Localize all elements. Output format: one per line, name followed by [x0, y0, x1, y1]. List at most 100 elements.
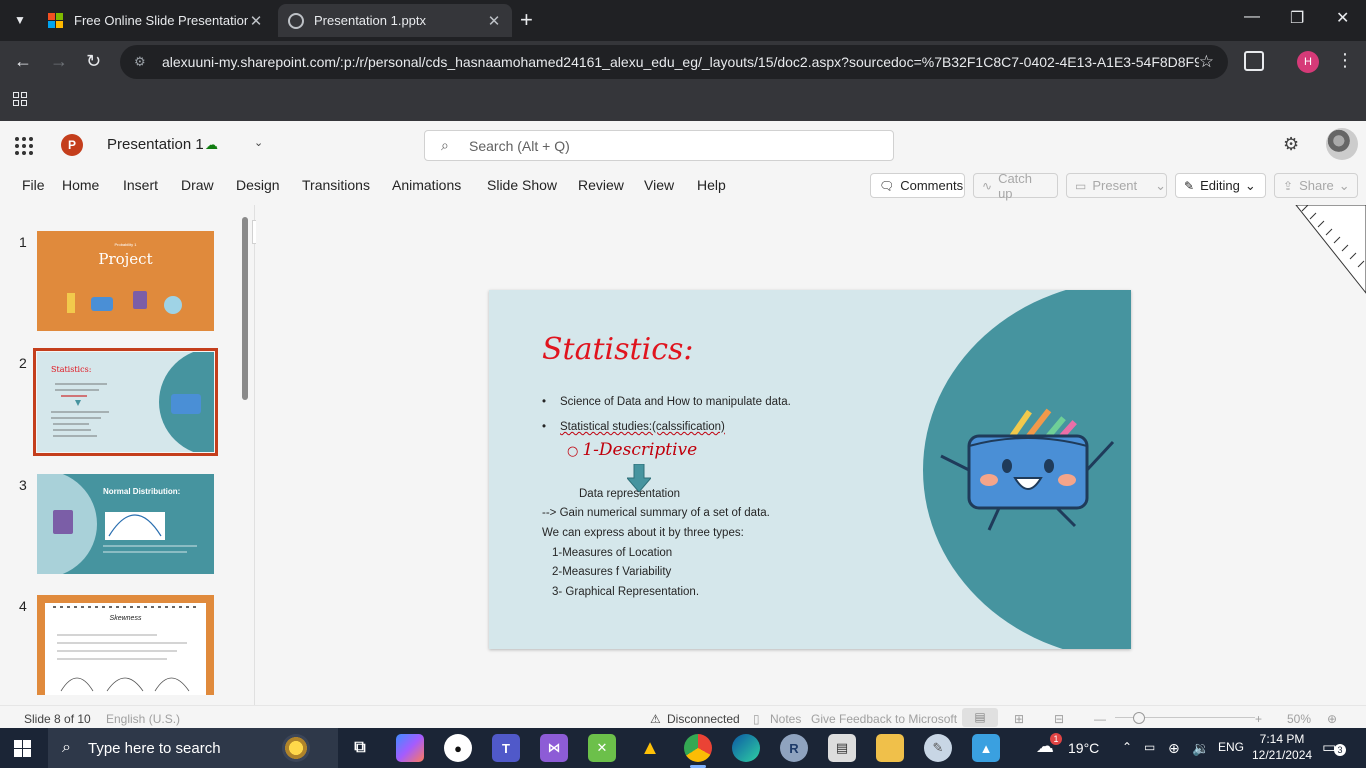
- photos-icon[interactable]: ▲: [972, 734, 1000, 762]
- slide-thumbnail-3[interactable]: Normal Distribution:: [37, 474, 214, 574]
- menu-help[interactable]: Help: [697, 177, 726, 193]
- menu-file[interactable]: File: [22, 177, 45, 193]
- slide-bullet[interactable]: Science of Data and How to manipulate da…: [542, 396, 791, 408]
- edge-icon[interactable]: [732, 734, 760, 762]
- current-slide[interactable]: Statistics: Science of Data and How to m…: [489, 290, 1131, 649]
- extensions-icon[interactable]: [1244, 51, 1264, 71]
- slide-text[interactable]: We can express about it by three types:: [542, 527, 744, 539]
- zoom-slider-thumb[interactable]: [1133, 712, 1145, 724]
- taskbar-search-input[interactable]: [88, 739, 288, 757]
- weather-temperature[interactable]: 19°C: [1068, 740, 1099, 756]
- input-language[interactable]: ENG: [1218, 740, 1244, 754]
- battery-icon[interactable]: ▭: [1144, 740, 1155, 754]
- close-tab-icon[interactable]: ✕: [248, 12, 264, 30]
- browser-toolbar: ← → ↻ ⚙ alexuuni-my.sharepoint.com/:p:/r…: [0, 41, 1366, 84]
- menu-review[interactable]: Review: [578, 177, 624, 193]
- chevron-down-icon[interactable]: ⌄: [1155, 178, 1166, 194]
- new-tab-button[interactable]: +: [520, 8, 533, 32]
- chevron-up-icon[interactable]: ⌃: [1122, 740, 1132, 754]
- present-button[interactable]: ▭ Present ⌄: [1066, 173, 1167, 198]
- notification-center-icon[interactable]: ▭ 3: [1322, 738, 1346, 758]
- feedback-link[interactable]: Give Feedback to Microsoft: [811, 712, 957, 726]
- slide-thumbnail-1[interactable]: Probability 1 Project: [37, 231, 214, 331]
- chrome-icon[interactable]: [684, 734, 712, 762]
- apps-grid-icon[interactable]: [13, 92, 27, 106]
- slide-text[interactable]: --> Gain numerical summary of a set of d…: [542, 507, 770, 519]
- thumbnail-scrollbar[interactable]: [242, 217, 248, 400]
- menu-view[interactable]: View: [644, 177, 674, 193]
- menu-transitions[interactable]: Transitions: [302, 177, 370, 193]
- address-bar[interactable]: ⚙ alexuuni-my.sharepoint.com/:p:/r/perso…: [120, 45, 1228, 79]
- microsoft-logo-icon: [48, 12, 64, 29]
- teams-icon[interactable]: T: [492, 734, 520, 762]
- menu-slide-show[interactable]: Slide Show: [487, 177, 557, 193]
- normal-view-icon[interactable]: ▤: [962, 708, 998, 727]
- profile-avatar[interactable]: H: [1297, 51, 1319, 73]
- zoom-level[interactable]: 50%: [1287, 712, 1311, 726]
- close-window-icon[interactable]: ✕: [1336, 8, 1349, 28]
- tab-presentation[interactable]: Presentation 1.pptx ✕: [278, 4, 512, 37]
- slide-text[interactable]: Data representation: [579, 488, 680, 500]
- slide-bullet[interactable]: Statistical studies:(calssification): [542, 421, 725, 433]
- search-box[interactable]: ⌕: [424, 130, 894, 161]
- zoom-in-icon[interactable]: +: [1255, 712, 1262, 726]
- app-tool-icon[interactable]: ✕: [588, 734, 616, 762]
- editing-mode-button[interactable]: ✎ Editing ⌄: [1175, 173, 1266, 198]
- notes-button[interactable]: Notes: [770, 712, 801, 726]
- language-indicator[interactable]: English (U.S.): [106, 712, 180, 726]
- zoom-out-icon[interactable]: —: [1094, 712, 1106, 726]
- menu-home[interactable]: Home: [62, 177, 99, 193]
- share-button[interactable]: ⇪ Share ⌄: [1274, 173, 1358, 198]
- forward-icon[interactable]: →: [50, 51, 68, 72]
- ribbon-menu: File Home Insert Draw Design Transitions…: [0, 169, 1366, 203]
- slide-thumbnail-4[interactable]: Skewness: [37, 595, 214, 695]
- paint-icon[interactable]: ✎: [924, 734, 952, 762]
- menu-insert[interactable]: Insert: [123, 177, 158, 193]
- search-input[interactable]: [469, 137, 869, 154]
- pencil-case-illustration[interactable]: [929, 400, 1129, 540]
- fit-to-window-icon[interactable]: ⊕: [1327, 712, 1337, 726]
- slide-thumbnail-2[interactable]: Statistics:: [33, 348, 218, 456]
- comments-button[interactable]: 🗨 Comments: [870, 173, 965, 198]
- document-title[interactable]: Presentation 1: [107, 136, 204, 153]
- file-explorer-icon[interactable]: [876, 734, 904, 762]
- slide-text[interactable]: 2-Measures f Variability: [552, 566, 671, 578]
- minimize-icon[interactable]: —: [1244, 8, 1260, 26]
- task-view-icon[interactable]: ⧉: [346, 734, 374, 762]
- tab-microsoft-365[interactable]: Free Online Slide Presentation: PowerPoi…: [38, 4, 274, 37]
- browser-menu-icon[interactable]: ⋮: [1336, 50, 1354, 71]
- bookmark-star-icon[interactable]: ☆: [1199, 52, 1214, 72]
- github-icon[interactable]: ●: [444, 734, 472, 762]
- visual-studio-icon[interactable]: ⋈: [540, 734, 568, 762]
- volume-icon[interactable]: 🔉: [1192, 740, 1209, 757]
- site-info-icon[interactable]: ⚙: [134, 54, 152, 70]
- menu-design[interactable]: Design: [236, 177, 280, 193]
- r-language-icon[interactable]: R: [780, 734, 808, 762]
- windows-start-icon[interactable]: [14, 740, 31, 757]
- catch-up-button[interactable]: ∿ Catch up: [973, 171, 1058, 201]
- copilot-icon[interactable]: [396, 734, 424, 762]
- slide-title[interactable]: Statistics:: [542, 332, 694, 367]
- google-drive-icon[interactable]: ▲: [636, 734, 664, 762]
- system-clock[interactable]: 7:14 PM 12/21/2024: [1252, 731, 1312, 763]
- connection-status[interactable]: Disconnected: [667, 712, 740, 726]
- reload-icon[interactable]: ↻: [86, 51, 101, 72]
- chevron-down-icon[interactable]: ⌄: [254, 136, 263, 149]
- weather-sun-icon[interactable]: [282, 734, 310, 762]
- menu-animations[interactable]: Animations: [392, 177, 461, 193]
- restore-icon[interactable]: ❐: [1290, 8, 1304, 28]
- menu-draw[interactable]: Draw: [181, 177, 214, 193]
- tab-search-chevron-icon[interactable]: ▼: [8, 8, 32, 32]
- slide-text[interactable]: 1-Measures of Location: [552, 547, 672, 559]
- settings-gear-icon[interactable]: ⚙: [1283, 134, 1299, 155]
- network-icon[interactable]: ⊕: [1168, 740, 1180, 757]
- document-viewer-icon[interactable]: ▤: [828, 734, 856, 762]
- slide-sorter-icon[interactable]: ⊞: [1014, 712, 1024, 726]
- close-tab-icon[interactable]: ✕: [486, 12, 502, 30]
- reading-view-icon[interactable]: ⊟: [1054, 712, 1064, 726]
- back-icon[interactable]: ←: [14, 51, 32, 72]
- slide-sub-bullet[interactable]: ○ 1-Descriptive: [567, 440, 697, 460]
- user-avatar[interactable]: [1326, 128, 1358, 160]
- app-launcher-icon[interactable]: [15, 137, 33, 155]
- slide-text[interactable]: 3- Graphical Representation.: [552, 586, 699, 598]
